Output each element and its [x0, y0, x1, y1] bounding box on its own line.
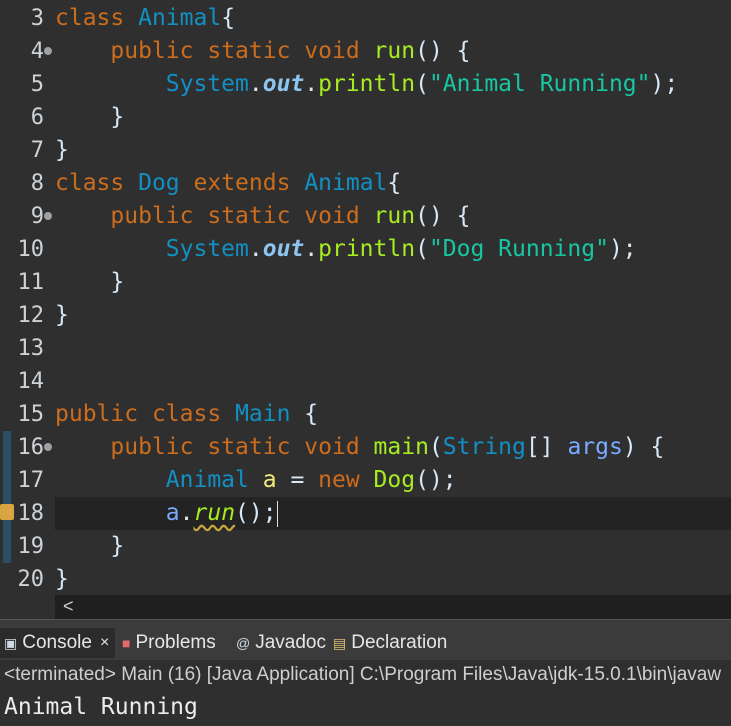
declaration-icon: ▤ [333, 635, 347, 651]
fold-collapse-icon[interactable] [44, 47, 52, 55]
code-editor[interactable]: 3 4 5 6 7 8 9 10 11 12 13 14 15 16 17 18… [0, 0, 731, 595]
code-line: } [55, 104, 125, 130]
code-line: } [55, 269, 125, 295]
tab-declaration[interactable]: ▤ Declaration [333, 630, 447, 656]
line-number: 12 [17, 303, 45, 328]
fold-collapse-icon[interactable] [44, 443, 52, 451]
code-line: } [55, 533, 125, 559]
line-number: 6 [30, 105, 44, 130]
console-icon: ▣ [4, 635, 18, 651]
line-number: 15 [17, 402, 45, 427]
line-number: 8 [30, 171, 44, 196]
tab-javadoc[interactable]: @ Javadoc [236, 630, 326, 656]
javadoc-icon: @ [236, 635, 251, 651]
code-line: System.out.println("Dog Running"); [165, 236, 637, 262]
line-number: 13 [17, 336, 45, 361]
tab-console[interactable]: ▣ Console × [0, 628, 116, 658]
code-line: } [55, 566, 69, 592]
code-line: } [55, 302, 69, 328]
code-line: Animal a = new Dog(); [165, 467, 457, 493]
code-line: } [55, 137, 69, 163]
horizontal-scrollbar[interactable]: < [55, 595, 731, 619]
code-line: public class Main { [55, 401, 319, 427]
code-line: public static void main(String[] args) { [110, 434, 665, 460]
code-area[interactable]: class Animal{ public static void run() {… [55, 0, 731, 595]
gutter-spacer [0, 595, 55, 619]
console-tab-bar: ▣ Console × ■ Problems @ Javadoc ▤ Decla… [0, 619, 731, 660]
fold-collapse-icon[interactable] [44, 212, 52, 220]
line-number: 4 [30, 39, 44, 64]
problems-icon: ■ [122, 635, 131, 651]
close-icon[interactable]: × [100, 630, 109, 656]
line-number: 10 [17, 237, 45, 262]
line-number: 14 [17, 369, 45, 394]
code-line: class Dog extends Animal{ [55, 170, 402, 196]
line-number: 16 [17, 435, 45, 460]
line-number: 5 [30, 72, 44, 97]
console-status: <terminated> Main (16) [Java Application… [0, 660, 731, 690]
current-code-line: a.run(); [55, 497, 731, 530]
line-number-gutter: 3 4 5 6 7 8 9 10 11 12 13 14 15 16 17 18… [0, 0, 55, 595]
line-number: 20 [17, 567, 45, 592]
text-cursor [276, 500, 278, 527]
code-line: System.out.println("Animal Running"); [165, 71, 679, 97]
warning-marker-icon[interactable] [0, 504, 14, 520]
line-number: 3 [30, 6, 44, 31]
code-line: public static void run() { [110, 38, 471, 64]
code-line: class Animal{ [55, 5, 236, 31]
line-number: 19 [17, 534, 45, 559]
line-number: 9 [30, 204, 44, 229]
scroll-left-arrow-icon[interactable]: < [63, 595, 74, 617]
line-number: 11 [17, 270, 45, 295]
tab-problems[interactable]: ■ Problems [122, 630, 216, 656]
code-line: public static void run() { [110, 203, 471, 229]
line-number: 7 [30, 138, 44, 163]
console-output: Animal Running [0, 690, 731, 726]
line-number: 17 [17, 468, 45, 493]
